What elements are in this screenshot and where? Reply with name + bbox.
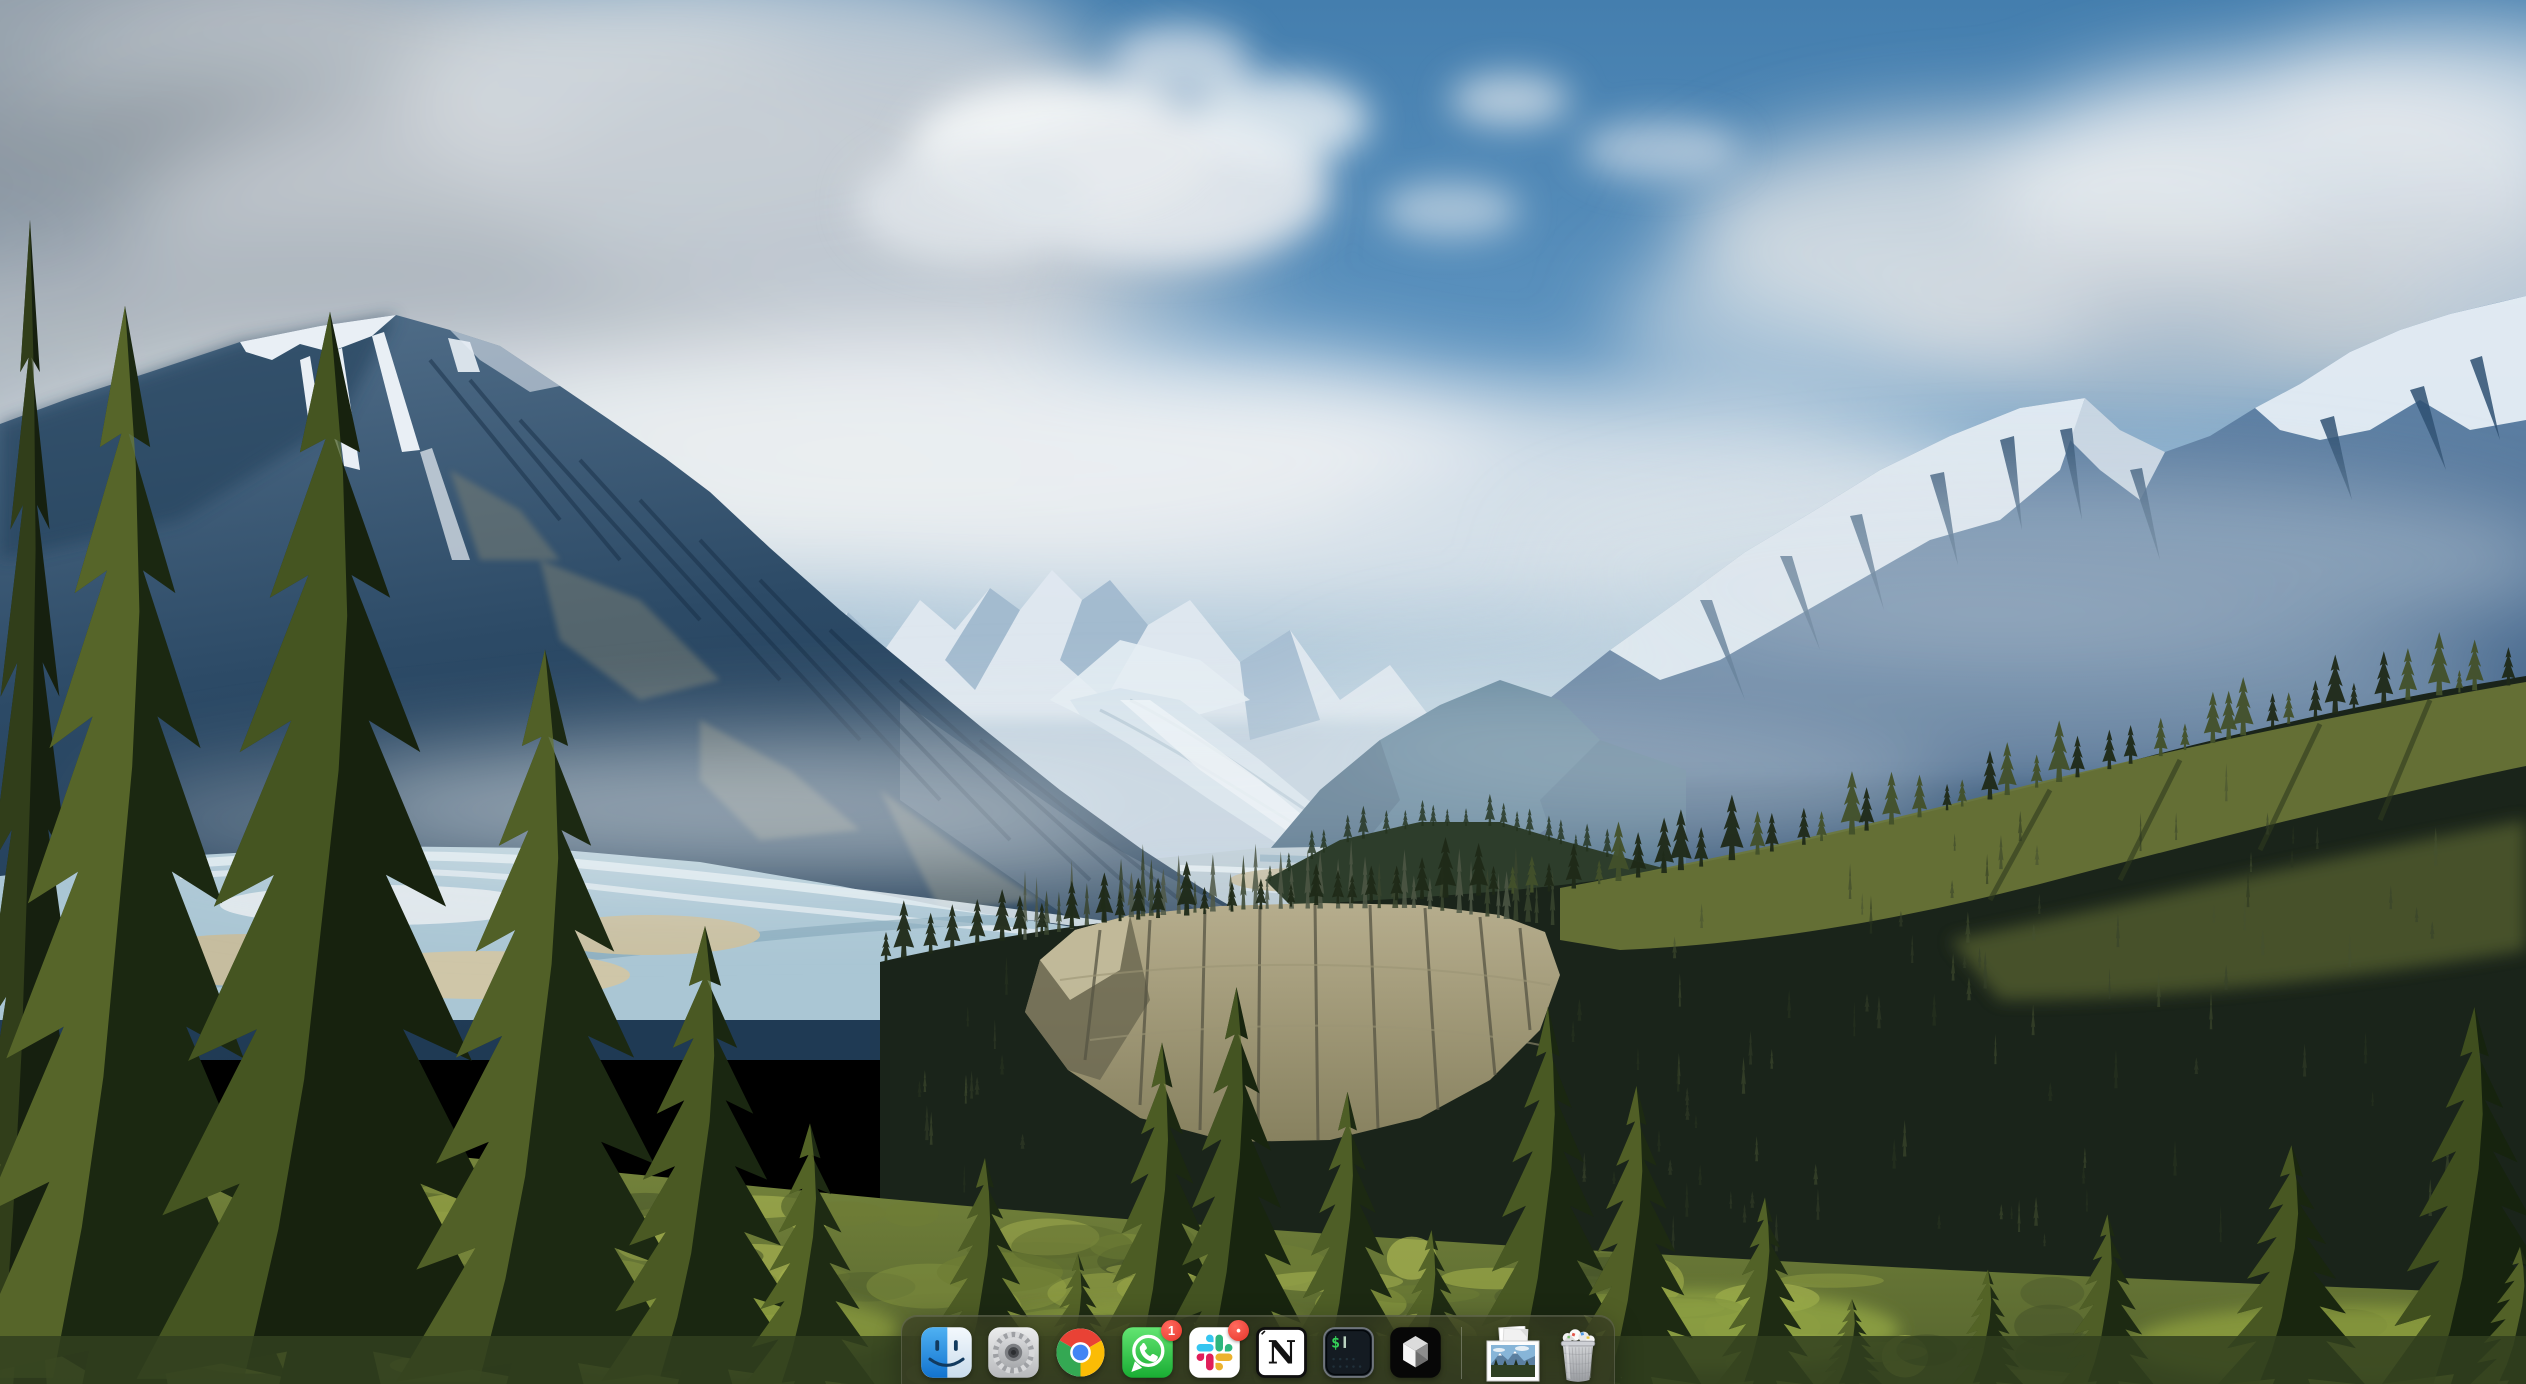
svg-text:$: $ [1331, 1334, 1340, 1352]
cube-icon [1389, 1326, 1442, 1379]
dock-item-trash[interactable] [1556, 1328, 1600, 1381]
notion-icon: N [1255, 1326, 1308, 1379]
dock-item-finder[interactable] [920, 1326, 973, 1379]
dock-item-cube-app[interactable] [1389, 1326, 1442, 1379]
chrome-icon [1054, 1326, 1107, 1379]
desktop[interactable]: 1 • N $ [0, 0, 2526, 1384]
finder-icon [920, 1326, 973, 1379]
dock-item-whatsapp[interactable]: 1 [1121, 1326, 1174, 1379]
dock-item-terminal[interactable]: $ [1322, 1326, 1375, 1379]
dock-item-notion[interactable]: N [1255, 1326, 1308, 1379]
dock-item-slack[interactable]: • [1188, 1326, 1241, 1379]
dock: 1 • N $ [901, 1315, 1615, 1384]
dock-item-downloads-stack[interactable] [1484, 1326, 1542, 1379]
svg-text:N: N [1268, 1335, 1297, 1372]
notification-badge: • [1228, 1320, 1249, 1341]
photo-stack-icon [1484, 1326, 1542, 1384]
dock-item-system-settings[interactable] [987, 1326, 1040, 1379]
trash-full-icon [1556, 1328, 1600, 1384]
wallpaper [0, 0, 2526, 1384]
dock-item-chrome[interactable] [1054, 1326, 1107, 1379]
dock-separator [1461, 1327, 1462, 1379]
notification-badge: 1 [1161, 1320, 1182, 1341]
gear-icon [987, 1326, 1040, 1379]
terminal-icon: $ [1322, 1326, 1375, 1379]
